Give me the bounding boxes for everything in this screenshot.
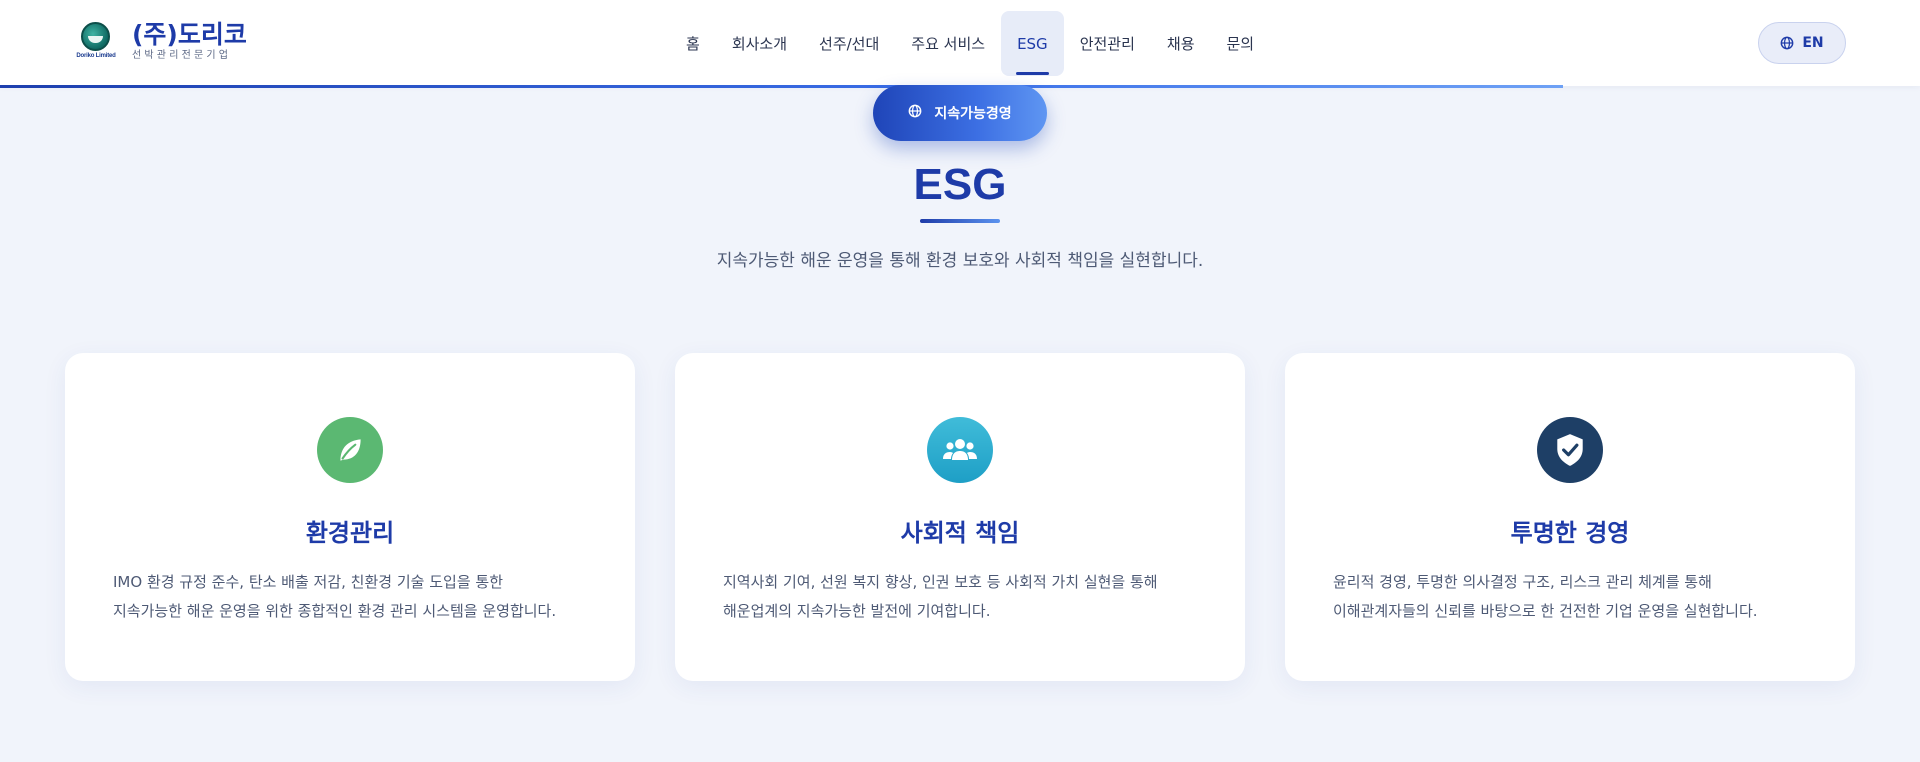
- nav-item-careers[interactable]: 채용: [1151, 11, 1211, 76]
- esg-badge: 지속가능경영: [873, 85, 1047, 141]
- globe-icon: [1780, 36, 1794, 50]
- card-description: IMO 환경 규정 준수, 탄소 배출 저감, 친환경 기술 도입을 통한 지속…: [113, 568, 613, 626]
- logo-mark: Doriko Limited: [72, 20, 120, 64]
- scroll-progress-bar: [0, 85, 1563, 88]
- esg-card-governance: 투명한 경영 윤리적 경영, 투명한 의사결정 구조, 리스크 관리 체계를 통…: [1285, 353, 1855, 681]
- logo-title: (주)도리코: [132, 20, 247, 49]
- card-desc-line: 지속가능한 해운 운영을 위한 종합적인 환경 관리 시스템을 운영합니다.: [113, 602, 557, 620]
- card-title: 환경관리: [305, 519, 395, 547]
- main-nav: 홈 회사소개 선주/선대 주요 서비스 ESG 안전관리 채용 문의: [670, 11, 1270, 76]
- language-toggle-button[interactable]: EN: [1758, 22, 1846, 64]
- page-subtitle: 지속가능한 해운 운영을 통해 환경 보호와 사회적 책임을 실현합니다.: [716, 251, 1204, 271]
- nav-item-about[interactable]: 회사소개: [716, 11, 803, 76]
- language-label: EN: [1802, 35, 1824, 51]
- logo-text: (주)도리코 선박관리전문기업: [132, 21, 247, 63]
- nav-item-safety[interactable]: 안전관리: [1064, 11, 1151, 76]
- card-desc-line: 해운업계의 지속가능한 발전에 기여합니다.: [723, 602, 991, 620]
- nav-item-home[interactable]: 홈: [670, 11, 716, 76]
- nav-item-esg[interactable]: ESG: [1001, 11, 1064, 76]
- page-title: ESG: [913, 160, 1007, 209]
- card-desc-line: 이해관계자들의 신뢰를 바탕으로 한 건전한 기업 운영을 실현합니다.: [1333, 602, 1758, 620]
- title-underline: [920, 219, 1000, 223]
- users-icon: [927, 417, 993, 483]
- esg-card-social: 사회적 책임 지역사회 기여, 선원 복지 향상, 인권 보호 등 사회적 가치…: [675, 353, 1245, 681]
- card-description: 지역사회 기여, 선원 복지 향상, 인권 보호 등 사회적 가치 실현을 통해…: [723, 568, 1223, 626]
- card-title: 사회적 책임: [900, 519, 1020, 547]
- shield-check-icon: [1537, 417, 1603, 483]
- globe-icon: [908, 104, 922, 122]
- card-description: 윤리적 경영, 투명한 의사결정 구조, 리스크 관리 체계를 통해 이해관계자…: [1333, 568, 1833, 626]
- site-header: Doriko Limited (주)도리코 선박관리전문기업 홈 회사소개 선주…: [0, 0, 1920, 86]
- card-desc-line: IMO 환경 규정 준수, 탄소 배출 저감, 친환경 기술 도입을 통한: [113, 573, 503, 591]
- logo[interactable]: Doriko Limited (주)도리코 선박관리전문기업: [72, 20, 247, 64]
- card-desc-line: 윤리적 경영, 투명한 의사결정 구조, 리스크 관리 체계를 통해: [1333, 573, 1712, 591]
- card-desc-line: 지역사회 기여, 선원 복지 향상, 인권 보호 등 사회적 가치 실현을 통해: [723, 573, 1158, 591]
- card-title: 투명한 경영: [1510, 519, 1630, 547]
- nav-item-owners-fleet[interactable]: 선주/선대: [803, 11, 895, 76]
- nav-item-services[interactable]: 주요 서비스: [895, 11, 1001, 76]
- badge-label: 지속가능경영: [934, 106, 1012, 122]
- logo-mark-text: Doriko Limited: [76, 53, 116, 59]
- nav-item-contact[interactable]: 문의: [1211, 11, 1271, 76]
- logo-globe-icon: [81, 22, 110, 51]
- logo-subtitle: 선박관리전문기업: [132, 50, 232, 61]
- leaf-icon: [317, 417, 383, 483]
- esg-card-environment: 환경관리 IMO 환경 규정 준수, 탄소 배출 저감, 친환경 기술 도입을 …: [65, 353, 635, 681]
